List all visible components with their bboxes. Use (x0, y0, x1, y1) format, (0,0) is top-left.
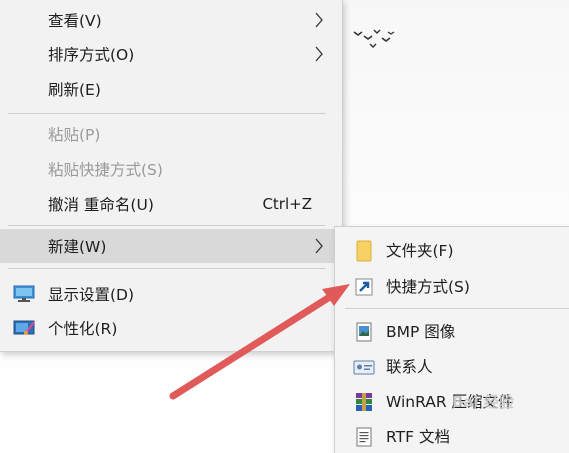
menu-separator (345, 308, 569, 309)
new-submenu: 文件夹(F) 快捷方式(S) BMP 图像 联系人 WinRAR 压缩文件 RT… (334, 226, 569, 453)
personalize-icon (13, 320, 35, 335)
menu-item-personalize[interactable]: 个性化(R) (0, 311, 342, 345)
desktop-context-menu: 查看(V) 排序方式(O) 刷新(E) 粘贴(P) 粘贴快捷方式(S) 撤消 重… (0, 0, 343, 352)
shortcut-icon (355, 278, 373, 296)
submenu-item-shortcut[interactable]: 快捷方式(S) (335, 269, 569, 303)
bmp-image-icon (356, 322, 372, 342)
winrar-icon (356, 393, 372, 411)
menu-item-paste-shortcut-label: 粘贴快捷方式(S) (48, 161, 163, 179)
submenu-item-contact[interactable]: 联系人 (335, 349, 569, 383)
menu-separator (8, 268, 326, 269)
submenu-item-rtf-label: RTF 文档 (386, 428, 450, 446)
birds-wallpaper-detail (353, 29, 395, 48)
rtf-document-icon (356, 427, 372, 447)
menu-item-paste-label: 粘贴(P) (48, 126, 101, 144)
menu-item-paste-shortcut: 粘贴快捷方式(S) (0, 152, 342, 186)
submenu-item-rtf[interactable]: RTF 文档 (335, 419, 569, 453)
baidu-watermark: Bai 经验 (452, 393, 514, 411)
contact-icon (353, 360, 375, 375)
display-settings-icon (13, 285, 35, 302)
submenu-item-contact-label: 联系人 (386, 358, 433, 376)
submenu-item-folder[interactable]: 文件夹(F) (335, 233, 569, 267)
menu-item-view[interactable]: 查看(V) (0, 3, 342, 37)
menu-item-paste: 粘贴(P) (0, 117, 342, 151)
menu-item-display-settings[interactable]: 显示设置(D) (0, 277, 342, 311)
submenu-item-bmp-label: BMP 图像 (386, 323, 456, 341)
menu-item-new[interactable]: 新建(W) (0, 229, 342, 263)
menu-item-undo-rename[interactable]: 撤消 重命名(U) Ctrl+Z (0, 187, 342, 221)
folder-icon (356, 240, 372, 262)
menu-separator (8, 113, 326, 114)
menu-separator (8, 225, 326, 226)
submenu-item-shortcut-label: 快捷方式(S) (386, 278, 470, 296)
menu-item-sort-by[interactable]: 排序方式(O) (0, 37, 342, 71)
menu-item-undo-shortcut: Ctrl+Z (262, 195, 312, 213)
menu-item-new-label: 新建(W) (48, 238, 107, 256)
chevron-right-icon (315, 46, 323, 62)
menu-item-refresh-label: 刷新(E) (48, 81, 101, 99)
menu-item-refresh[interactable]: 刷新(E) (0, 72, 342, 106)
chevron-right-icon (315, 238, 323, 254)
menu-item-display-settings-label: 显示设置(D) (48, 286, 135, 304)
menu-item-undo-label: 撤消 重命名(U) (48, 196, 154, 214)
menu-item-view-label: 查看(V) (48, 12, 102, 30)
submenu-item-bmp[interactable]: BMP 图像 (335, 314, 569, 348)
chevron-right-icon (315, 12, 323, 28)
menu-item-personalize-label: 个性化(R) (48, 320, 118, 338)
menu-item-sort-label: 排序方式(O) (48, 46, 135, 64)
submenu-item-folder-label: 文件夹(F) (386, 242, 454, 260)
